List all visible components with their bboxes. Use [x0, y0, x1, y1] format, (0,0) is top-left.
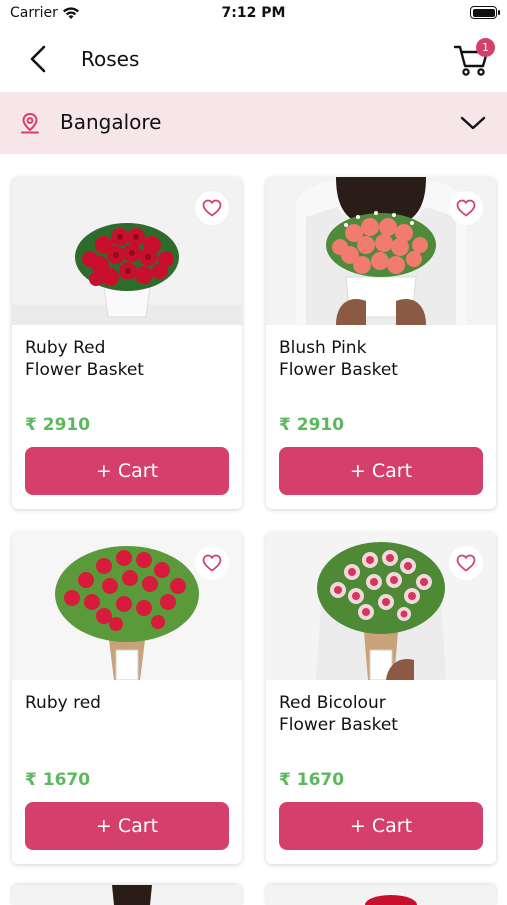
chevron-down-icon [460, 112, 486, 138]
heart-icon [202, 554, 222, 572]
product-name-line2: Flower Basket [279, 715, 398, 735]
product-price: ₹ 1670 [25, 770, 91, 790]
status-bar: Carrier 7:12 PM [0, 0, 507, 30]
heart-icon [456, 554, 476, 572]
add-to-cart-button[interactable]: + Cart [25, 447, 229, 495]
product-name: Ruby red [25, 692, 230, 714]
product-price: ₹ 1670 [279, 770, 345, 790]
product-name: Ruby Red Flower Basket [25, 337, 230, 381]
product-name-line1: Red Bicolour [279, 693, 386, 713]
location-city: Bangalore [60, 110, 162, 134]
clock: 7:12 PM [221, 5, 286, 21]
product-name: Red Bicolour Flower Basket [279, 692, 484, 736]
product-price: ₹ 2910 [279, 415, 345, 435]
cart-count-badge: 1 [476, 38, 495, 57]
product-card[interactable]: Red Bicolour Flower Basket ₹ 1670 + Cart [266, 532, 496, 864]
product-card[interactable]: Ruby Red Flower Basket ₹ 2910 + Cart [12, 177, 242, 509]
product-name-line2: Flower Basket [25, 360, 144, 380]
heart-icon [456, 199, 476, 217]
product-card[interactable]: Blush Pink Flower Basket ₹ 2910 + Cart [266, 177, 496, 509]
wishlist-button[interactable] [449, 546, 483, 580]
add-to-cart-button[interactable]: + Cart [279, 802, 483, 850]
add-to-cart-button[interactable]: + Cart [25, 802, 229, 850]
page-title: Roses [81, 47, 140, 71]
product-card-partial[interactable] [266, 885, 496, 905]
wishlist-button[interactable] [449, 191, 483, 225]
back-button[interactable] [22, 42, 58, 78]
chevron-left-icon [30, 45, 46, 73]
product-name-line1: Ruby red [25, 693, 101, 713]
wishlist-button[interactable] [195, 546, 229, 580]
cart-button[interactable]: 1 [452, 38, 495, 80]
product-image-partial [266, 885, 496, 905]
product-price: ₹ 2910 [25, 415, 91, 435]
product-card[interactable]: Ruby red ₹ 1670 + Cart [12, 532, 242, 864]
product-name-line2: Flower Basket [279, 360, 398, 380]
product-card-partial[interactable] [12, 885, 242, 905]
location-selector[interactable]: Bangalore [0, 92, 507, 154]
battery-icon [470, 6, 500, 19]
product-name: Blush Pink Flower Basket [279, 337, 484, 381]
navigation-bar: Roses 1 [0, 30, 507, 92]
product-name-line1: Ruby Red [25, 338, 106, 358]
product-name-line1: Blush Pink [279, 338, 367, 358]
add-to-cart-button[interactable]: + Cart [279, 447, 483, 495]
heart-icon [202, 199, 222, 217]
wishlist-button[interactable] [195, 191, 229, 225]
location-pin-icon [18, 111, 42, 139]
product-image-partial [12, 885, 242, 905]
